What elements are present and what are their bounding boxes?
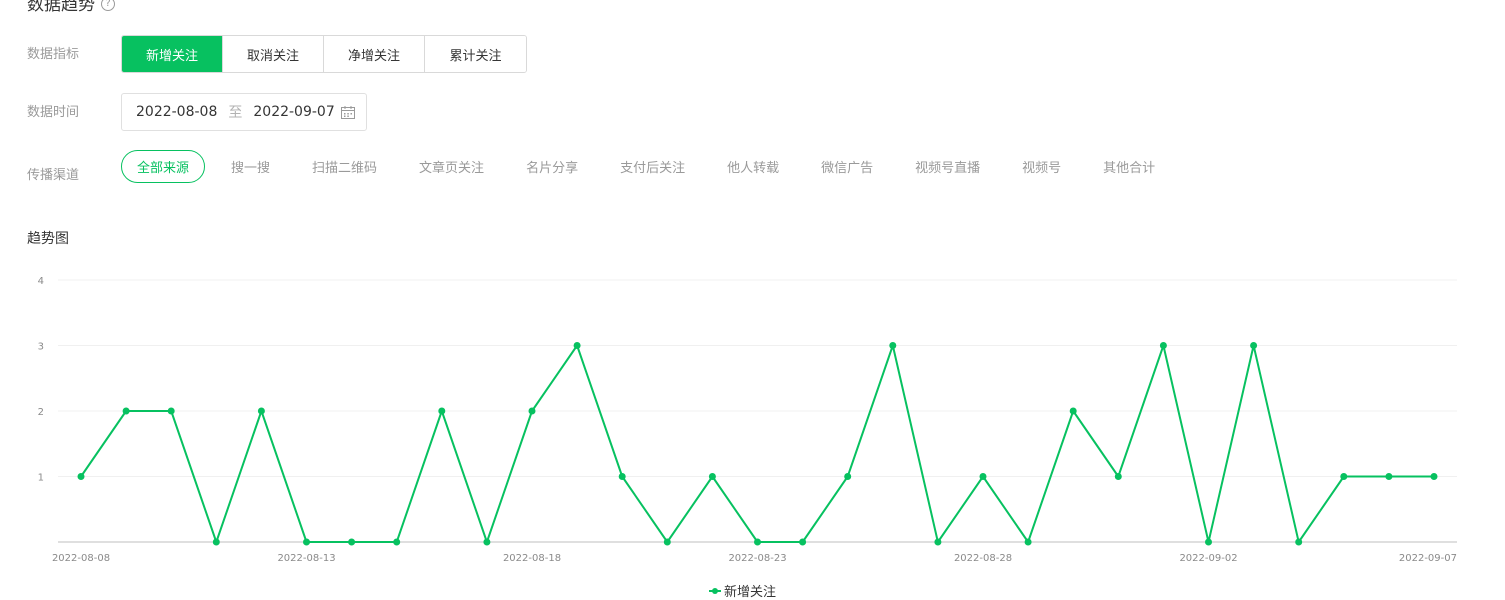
data-point	[77, 473, 85, 480]
data-point	[1385, 473, 1393, 480]
x-tick-label: 2022-08-28	[954, 553, 1012, 564]
series-line	[80, 344, 1434, 543]
data-point	[528, 407, 536, 415]
data-point	[393, 538, 401, 546]
y-tick-label: 4	[38, 276, 44, 287]
channel-option-all[interactable]: 全部来源	[121, 150, 206, 183]
date-separator: 至	[228, 105, 243, 121]
calendar-icon[interactable]	[341, 106, 355, 119]
data-point	[1295, 538, 1303, 546]
metric-option-total-follow[interactable]: 累计关注	[425, 36, 526, 72]
y-tick-label: 1	[38, 473, 44, 484]
data-point	[979, 473, 987, 480]
section-title-text: 数据趋势	[27, 0, 95, 15]
y-tick-label: 3	[38, 342, 44, 353]
data-point	[1114, 473, 1122, 480]
x-tick-label: 2022-09-02	[1179, 553, 1237, 564]
channel-option-search[interactable]: 搜一搜	[231, 157, 270, 176]
help-icon[interactable]: ?	[101, 0, 115, 11]
metric-selector: 新增关注 取消关注 净增关注 累计关注	[121, 35, 527, 73]
channel-option-card-share[interactable]: 名片分享	[526, 157, 578, 176]
data-point	[708, 473, 716, 480]
date-end: 2022-09-07	[253, 104, 335, 120]
data-point	[1250, 342, 1258, 349]
x-tick-label: 2022-08-18	[503, 553, 561, 564]
metric-option-net-follow[interactable]: 净增关注	[324, 36, 425, 72]
legend-series-label: 新增关注	[724, 585, 777, 600]
data-point	[1159, 342, 1167, 349]
data-point	[1205, 538, 1212, 546]
data-point	[348, 538, 356, 546]
date-range-picker[interactable]: 2022-08-08 至 2022-09-07	[121, 93, 367, 131]
data-point	[257, 407, 265, 415]
data-point	[438, 407, 446, 415]
data-point	[167, 407, 175, 415]
channel-option-repost[interactable]: 他人转载	[727, 157, 779, 176]
channel-option-channels-live[interactable]: 视频号直播	[915, 157, 980, 176]
x-tick-label: 2022-09-07	[1399, 553, 1457, 564]
channel-option-other[interactable]: 其他合计	[1103, 157, 1155, 176]
data-point	[573, 342, 581, 349]
date-label: 数据时间	[27, 105, 80, 120]
x-tick-label: 2022-08-13	[277, 553, 335, 564]
data-point	[889, 342, 897, 349]
data-point	[122, 407, 130, 415]
date-start: 2022-08-08	[136, 104, 218, 120]
legend-series-marker	[709, 587, 721, 595]
data-point	[303, 538, 310, 546]
data-point	[844, 473, 852, 480]
section-title: 数据趋势 ?	[27, 0, 115, 15]
data-point	[934, 538, 942, 546]
trend-line-chart: 1 2 3 4 2022-08-08 2022-08-13 2022-08-18 2022-0…	[38, 276, 1457, 564]
channel-option-channels[interactable]: 视频号	[1022, 157, 1061, 176]
data-point	[483, 538, 491, 546]
metric-option-unfollow[interactable]: 取消关注	[223, 36, 324, 72]
metric-label: 数据指标	[27, 47, 80, 62]
channel-option-wechat-ads[interactable]: 微信广告	[821, 157, 873, 176]
channel-filter: 全部来源 搜一搜 扫描二维码 文章页关注 名片分享 支付后关注 他人转载 微信广…	[121, 150, 1155, 183]
data-point	[1069, 407, 1077, 415]
data-point	[663, 538, 671, 546]
data-point	[618, 473, 626, 480]
data-point	[1340, 473, 1348, 480]
chart-legend[interactable]: 新增关注	[709, 581, 776, 600]
y-tick-label: 2	[38, 407, 44, 418]
x-tick-label: 2022-08-23	[728, 553, 786, 564]
data-point	[1430, 473, 1438, 480]
channel-label: 传播渠道	[27, 168, 80, 183]
x-tick-label: 2022-08-08	[52, 553, 110, 564]
chart-title: 趋势图	[27, 231, 69, 247]
metric-option-new-follow[interactable]: 新增关注	[122, 36, 223, 72]
channel-option-after-payment[interactable]: 支付后关注	[620, 157, 685, 176]
data-point	[212, 538, 220, 546]
channel-option-qrcode[interactable]: 扫描二维码	[312, 157, 377, 176]
data-point	[754, 538, 761, 546]
channel-option-article[interactable]: 文章页关注	[419, 157, 484, 176]
data-point	[799, 538, 807, 546]
data-point	[1024, 538, 1032, 546]
